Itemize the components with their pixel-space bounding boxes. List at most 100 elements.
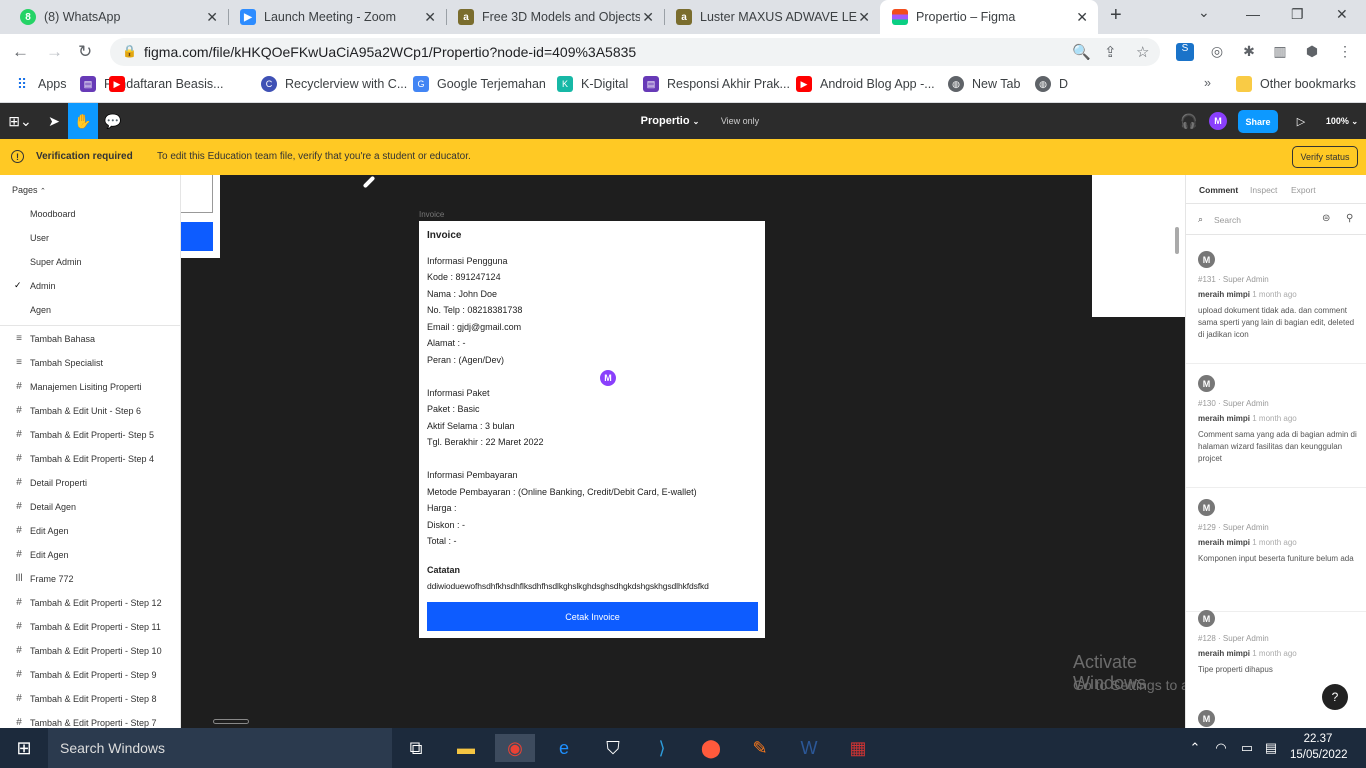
- bookmark-k-digital[interactable]: K K-Digital: [557, 76, 628, 92]
- bookmark-new-tab[interactable]: ◍ New Tab: [948, 76, 1020, 92]
- horizontal-scrollbar[interactable]: [213, 719, 249, 724]
- winrar-icon[interactable]: ▦: [838, 734, 878, 762]
- close-icon[interactable]: ✕: [424, 9, 436, 26]
- layer-item[interactable]: Ill Frame 772: [12, 573, 73, 584]
- layer-item[interactable]: # Tambah & Edit Properti - Step 12: [12, 597, 161, 608]
- frame-label[interactable]: Invoice: [419, 210, 444, 219]
- comment-pin-avatar[interactable]: M: [598, 368, 618, 388]
- close-icon[interactable]: ✕: [642, 9, 654, 26]
- bookmark-responsi[interactable]: ▤ Responsi Akhir Prak...: [643, 76, 790, 92]
- move-tool-icon[interactable]: ➤: [40, 103, 68, 139]
- help-button[interactable]: ?: [1322, 684, 1348, 710]
- tab-comment[interactable]: Comment: [1199, 185, 1238, 195]
- bookmark-star-icon[interactable]: ☆: [1136, 43, 1149, 61]
- page-moodboard[interactable]: Moodboard: [30, 209, 76, 219]
- store-icon[interactable]: ⛉: [593, 734, 633, 762]
- layer-item[interactable]: # Tambah & Edit Properti- Step 5: [12, 429, 154, 440]
- new-tab-icon[interactable]: +: [1110, 4, 1122, 27]
- close-icon[interactable]: ✕: [206, 9, 218, 26]
- tab-propertio-figma[interactable]: Propertio – Figma ✕: [880, 0, 1098, 34]
- screenshot-app-icon[interactable]: ⬤: [691, 734, 731, 762]
- bookmark-apps[interactable]: ⠿ Apps: [14, 76, 67, 92]
- zoom-menu[interactable]: 100% ⌄: [1320, 103, 1364, 139]
- bookmark-android-blog[interactable]: ▶ Android Blog App -...: [796, 76, 935, 92]
- windows-start-icon[interactable]: ⊞: [4, 734, 44, 762]
- layer-item[interactable]: # Detail Properti: [12, 477, 87, 488]
- comment-item[interactable]: M #129 · Super Admin meraih mimpi 1 month …: [1198, 499, 1358, 565]
- vertical-scrollbar[interactable]: [1175, 227, 1179, 254]
- layer-item[interactable]: # Tambah & Edit Properti - Step 9: [12, 669, 156, 680]
- tab-zoom[interactable]: ▶ Launch Meeting - Zoom ✕: [228, 0, 446, 34]
- restore-icon[interactable]: ❐: [1291, 6, 1304, 23]
- other-bookmarks[interactable]: Other bookmarks: [1236, 76, 1356, 92]
- layer-item[interactable]: # Manajemen Lisiting Properti: [12, 381, 141, 392]
- vscode-icon[interactable]: ⟩: [642, 734, 682, 762]
- layer-item[interactable]: # Tambah & Edit Unit - Step 6: [12, 405, 141, 416]
- bookmark-pendaftaran[interactable]: ▤ Pendaftaran Beasis...: [80, 76, 224, 92]
- tab-free-3d-models[interactable]: a Free 3D Models and Objects ✕: [446, 0, 664, 34]
- comment-item[interactable]: M #131 · Super Admin meraih mimpi 1 month …: [1198, 251, 1358, 341]
- bookmark-google-terjemahan[interactable]: G Google Terjemahan: [413, 76, 546, 92]
- figma-main-menu-icon[interactable]: ⊞⌄: [0, 103, 40, 139]
- layer-item[interactable]: ≡ Tambah Specialist: [12, 357, 103, 368]
- page-super-admin[interactable]: Super Admin: [30, 257, 82, 267]
- forward-icon[interactable]: →: [46, 42, 63, 62]
- task-view-icon[interactable]: ⧉: [396, 734, 436, 762]
- tab-luster-maxus[interactable]: a Luster MAXUS ADWAVE LED ✕: [664, 0, 880, 34]
- pages-header[interactable]: Pages ⌃: [12, 185, 46, 195]
- tab-whatsapp[interactable]: 8 (8) WhatsApp ✕: [8, 0, 228, 34]
- file-explorer-icon[interactable]: ▬: [446, 734, 486, 762]
- share-button[interactable]: Share: [1238, 110, 1278, 133]
- reload-icon[interactable]: ↻: [78, 42, 92, 62]
- battery-icon[interactable]: ▭: [1235, 734, 1259, 762]
- layer-item[interactable]: # Tambah & Edit Properti - Step 10: [12, 645, 161, 656]
- zoom-lens-icon[interactable]: 🔍: [1072, 43, 1091, 61]
- layer-item[interactable]: # Edit Agen: [12, 549, 68, 560]
- comment-item[interactable]: M #128 · Super Admin meraih mimpi 1 month …: [1198, 610, 1358, 676]
- layer-item[interactable]: # Tambah & Edit Properti- Step 4: [12, 453, 154, 464]
- clock[interactable]: 22.37 15/05/2022: [1290, 731, 1348, 763]
- layer-item[interactable]: # Tambah & Edit Properti - Step 8: [12, 693, 156, 704]
- filter-icon[interactable]: ⊜: [1322, 213, 1330, 224]
- more-bookmarks-icon[interactable]: »: [1204, 76, 1211, 90]
- layer-item[interactable]: ≡ Tambah Bahasa: [12, 333, 95, 344]
- page-agen[interactable]: Agen: [30, 305, 51, 315]
- window-close-icon[interactable]: ✕: [1336, 6, 1348, 23]
- page-user[interactable]: User: [30, 233, 49, 243]
- cetak-invoice-button[interactable]: Cetak Invoice: [427, 602, 758, 631]
- url-input[interactable]: 🔒 figma.com/file/kHKQOeFKwUaCiA95a2WCp1/…: [110, 38, 1160, 66]
- file-name-menu[interactable]: Propertio ⌄: [630, 103, 710, 139]
- windows-search-box[interactable]: Search Windows: [48, 728, 392, 768]
- page-admin[interactable]: Admin: [30, 281, 56, 291]
- wifi-icon[interactable]: ◠: [1209, 734, 1233, 762]
- tab-export[interactable]: Export: [1291, 185, 1316, 195]
- verify-status-button[interactable]: Verify status: [1292, 146, 1358, 168]
- layer-item[interactable]: # Edit Agen: [12, 525, 68, 536]
- extensions-puzzle-icon[interactable]: ✱: [1240, 43, 1258, 61]
- back-icon[interactable]: ←: [12, 42, 29, 62]
- notification-icon[interactable]: ▤: [1259, 734, 1283, 762]
- chrome-icon[interactable]: ◉: [495, 734, 535, 762]
- bookmark-recyclerview[interactable]: C Recyclerview with C...: [261, 76, 407, 92]
- close-icon[interactable]: ✕: [858, 9, 870, 26]
- postman-icon[interactable]: ✎: [740, 734, 780, 762]
- profile-icon[interactable]: ⬢: [1303, 43, 1321, 61]
- comment-item[interactable]: M #130 · Super Admin meraih mimpi 1 month …: [1198, 375, 1358, 465]
- extension-circle-icon[interactable]: ◎: [1208, 43, 1226, 61]
- layer-item[interactable]: # Tambah & Edit Properti - Step 7: [12, 717, 156, 728]
- bookmark-d[interactable]: ◍ D: [1035, 76, 1068, 92]
- audio-headphones-icon[interactable]: 🎧: [1176, 103, 1202, 139]
- side-panel-icon[interactable]: ▥: [1271, 43, 1289, 61]
- edge-icon[interactable]: e: [544, 734, 584, 762]
- close-icon[interactable]: ✕: [1076, 9, 1088, 26]
- tab-search-icon[interactable]: ⌄: [1198, 4, 1210, 21]
- invoice-frame[interactable]: Invoice Informasi Pengguna Kode : 8912471…: [419, 221, 765, 638]
- hand-tool-icon[interactable]: ✋: [68, 103, 98, 139]
- share-page-icon[interactable]: ⇪: [1104, 43, 1117, 61]
- tab-inspect[interactable]: Inspect: [1250, 185, 1277, 195]
- comment-tool-icon[interactable]: 💬: [98, 103, 128, 139]
- settings-sliders-icon[interactable]: ⚲: [1346, 213, 1353, 224]
- extension-s-icon[interactable]: S: [1176, 43, 1194, 61]
- minimize-icon[interactable]: —: [1246, 6, 1260, 22]
- layer-item[interactable]: # Tambah & Edit Properti - Step 11: [12, 621, 161, 632]
